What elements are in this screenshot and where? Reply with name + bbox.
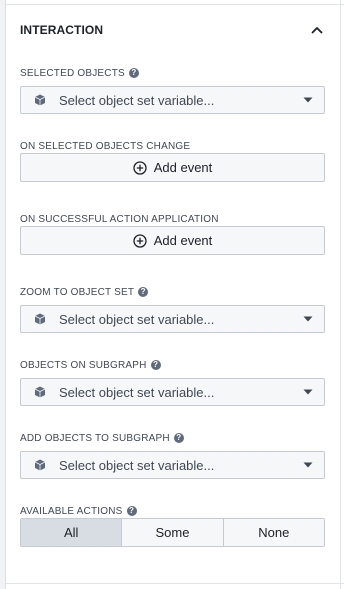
button-label: Add event — [153, 233, 213, 248]
field-label: ON SUCCESSFUL ACTION APPLICATION — [20, 213, 219, 225]
caret-down-icon — [296, 462, 320, 468]
field-label: ZOOM TO OBJECT SET — [20, 286, 135, 298]
add-circle-icon — [133, 160, 147, 175]
selected-objects-field: SELECTED OBJECTS ? Select object set var… — [20, 66, 325, 114]
cube-icon — [33, 312, 47, 326]
select-placeholder: Select object set variable... — [59, 311, 215, 327]
on-successful-action-application-field: ON SUCCESSFUL ACTION APPLICATION Add eve… — [20, 212, 325, 255]
add-objects-to-subgraph-select[interactable]: Select object set variable... — [20, 451, 325, 479]
segment-all[interactable]: All — [21, 519, 123, 546]
segment-some[interactable]: Some — [122, 519, 224, 546]
field-label: SELECTED OBJECTS — [20, 67, 125, 79]
caret-down-icon — [296, 97, 320, 103]
chevron-up-icon[interactable] — [309, 22, 325, 38]
top-divider — [6, 0, 344, 5]
available-actions-field: AVAILABLE ACTIONS ? All Some None — [20, 504, 325, 547]
field-label: ON SELECTED OBJECTS CHANGE — [20, 140, 191, 152]
right-divider — [340, 0, 341, 589]
field-label: ADD OBJECTS TO SUBGRAPH — [20, 432, 170, 444]
objects-on-subgraph-field: OBJECTS ON SUBGRAPH ? Select object set … — [20, 358, 325, 406]
help-icon[interactable]: ? — [150, 360, 161, 370]
section-header[interactable]: INTERACTION — [20, 20, 325, 40]
button-label: Add event — [153, 160, 213, 175]
select-placeholder: Select object set variable... — [59, 92, 215, 108]
selected-objects-select[interactable]: Select object set variable... — [20, 86, 325, 114]
cube-icon — [33, 93, 47, 107]
cube-icon — [33, 385, 47, 399]
panel-resize-rail — [0, 0, 6, 589]
field-label: OBJECTS ON SUBGRAPH — [20, 359, 147, 371]
zoom-to-object-set-select[interactable]: Select object set variable... — [20, 305, 325, 333]
add-event-button[interactable]: Add event — [20, 226, 325, 255]
zoom-to-object-set-field: ZOOM TO OBJECT SET ? Select object set v… — [20, 285, 325, 333]
segment-none[interactable]: None — [223, 519, 324, 546]
cube-icon — [33, 458, 47, 472]
select-placeholder: Select object set variable... — [59, 457, 215, 473]
caret-down-icon — [296, 389, 320, 395]
add-objects-to-subgraph-field: ADD OBJECTS TO SUBGRAPH ? Select object … — [20, 431, 325, 479]
help-icon[interactable]: ? — [173, 433, 184, 443]
help-icon[interactable]: ? — [138, 287, 149, 297]
help-icon[interactable]: ? — [126, 506, 137, 516]
select-placeholder: Select object set variable... — [59, 384, 215, 400]
on-selected-objects-change-field: ON SELECTED OBJECTS CHANGE Add event — [20, 139, 325, 182]
help-icon[interactable]: ? — [128, 68, 139, 78]
add-circle-icon — [133, 233, 147, 248]
available-actions-segmented-control: All Some None — [20, 518, 325, 547]
caret-down-icon — [296, 316, 320, 322]
bottom-divider — [6, 583, 344, 584]
add-event-button[interactable]: Add event — [20, 153, 325, 182]
objects-on-subgraph-select[interactable]: Select object set variable... — [20, 378, 325, 406]
section-title: INTERACTION — [20, 23, 104, 37]
field-label: AVAILABLE ACTIONS — [20, 505, 123, 517]
